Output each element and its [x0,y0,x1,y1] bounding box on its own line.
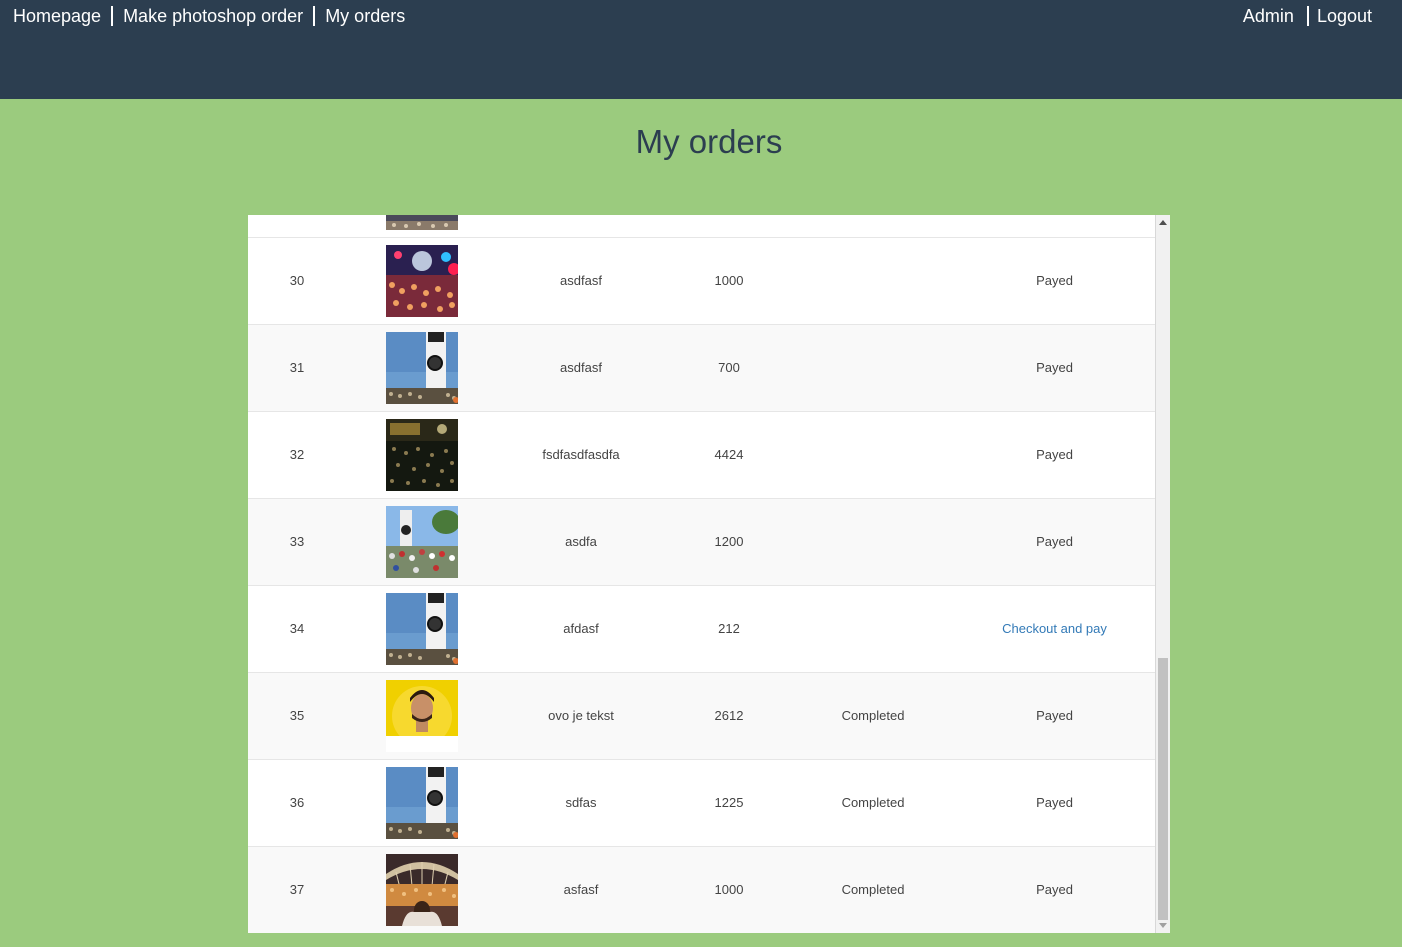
page-title: My orders [635,123,783,160]
order-status [808,238,938,324]
order-thumbnail [386,245,458,317]
order-id: 35 [289,708,305,723]
order-id: 37 [289,882,305,897]
payment-status: Payed [1036,795,1073,810]
order-price: 1000 [714,882,744,897]
nav-logout-link[interactable]: Logout [1317,5,1372,27]
order-description: afdasf [563,621,599,636]
payment-status: Payed [1036,447,1073,462]
order-description: fsdfasdfasdfa [542,447,620,462]
order-thumbnail [386,419,458,491]
order-price: 1000 [714,273,744,288]
scroll-thumb[interactable] [1158,658,1168,920]
order-description: asdfa [565,534,597,549]
order-id: 34 [289,621,305,636]
order-thumbnail-partial [386,215,458,230]
order-image [386,680,458,752]
nav-divider [313,6,316,26]
order-price: 700 [718,360,740,375]
order-price: 4424 [714,447,744,462]
order-thumbnail [386,767,458,839]
order-image [386,419,458,491]
nav-divider [111,6,114,26]
table-row: 33 asdfa 1200 Payed [248,499,1155,586]
order-id: 36 [289,795,305,810]
order-image [386,245,458,317]
order-image [386,854,458,926]
scroll-down-arrow-icon[interactable] [1159,923,1167,928]
payment-status: Payed [1036,360,1073,375]
order-description: asdfasf [560,360,602,375]
nav-right: Admin Logout [1243,5,1372,27]
order-thumbnail [386,854,458,926]
nav-make-order-link[interactable]: Make photoshop order [123,5,303,27]
top-navbar: Homepage Make photoshop order My orders … [0,0,1402,99]
nav-homepage-link[interactable]: Homepage [13,5,101,27]
nav-left: Homepage Make photoshop order My orders [13,5,405,27]
order-id: 30 [289,273,305,288]
order-image [386,593,458,665]
order-price: 2612 [714,708,744,723]
table-row: 31 asdfasf 700 Payed [248,325,1155,412]
table-row-partial [248,215,1155,238]
payment-status: Payed [1036,882,1073,897]
order-image [386,332,458,404]
order-id: 33 [289,534,305,549]
order-status: Completed [841,882,905,897]
order-status [808,586,938,672]
orders-table: 30 asdfasf 1000 Payed 31 asdfasf 700 Payed 32 … [248,215,1170,933]
table-row: 30 asdfasf 1000 Payed [248,238,1155,325]
order-thumbnail [386,506,458,578]
order-description: asdfasf [560,273,602,288]
order-price: 1200 [714,534,744,549]
order-image [386,767,458,839]
table-row: 35 ovo je tekst 2612 Completed Payed [248,673,1155,760]
order-id: 32 [289,447,305,462]
table-scrollbar[interactable] [1155,215,1170,933]
table-row: 32 fsdfasdfasdfa 4424 Payed [248,412,1155,499]
nav-my-orders-link[interactable]: My orders [325,5,405,27]
order-image [386,506,458,578]
order-status [808,412,938,498]
order-price: 212 [718,621,740,636]
table-row: 34 afdasf 212 Checkout and pay [248,586,1155,673]
order-status: Completed [841,795,905,810]
payment-status: Payed [1036,273,1073,288]
payment-status: Payed [1036,534,1073,549]
order-status: Completed [841,708,905,723]
payment-status: Payed [1036,708,1073,723]
checkout-and-pay-link[interactable]: Checkout and pay [968,586,1141,672]
order-thumbnail [386,593,458,665]
order-thumbnail [386,680,458,752]
order-id: 31 [289,360,305,375]
nav-admin-link[interactable]: Admin [1243,5,1294,27]
nav-divider [1306,6,1309,26]
table-row: 37 asfasf 1000 Completed Payed [248,847,1155,933]
order-description: sdfas [565,795,597,810]
table-row: 36 sdfas 1225 Completed Payed [248,760,1155,847]
order-description: ovo je tekst [548,708,614,723]
order-status [808,499,938,585]
order-description: asfasf [563,882,599,897]
order-thumbnail [386,332,458,404]
order-price: 1225 [714,795,744,810]
order-status [808,325,938,411]
scroll-up-arrow-icon[interactable] [1159,220,1167,225]
